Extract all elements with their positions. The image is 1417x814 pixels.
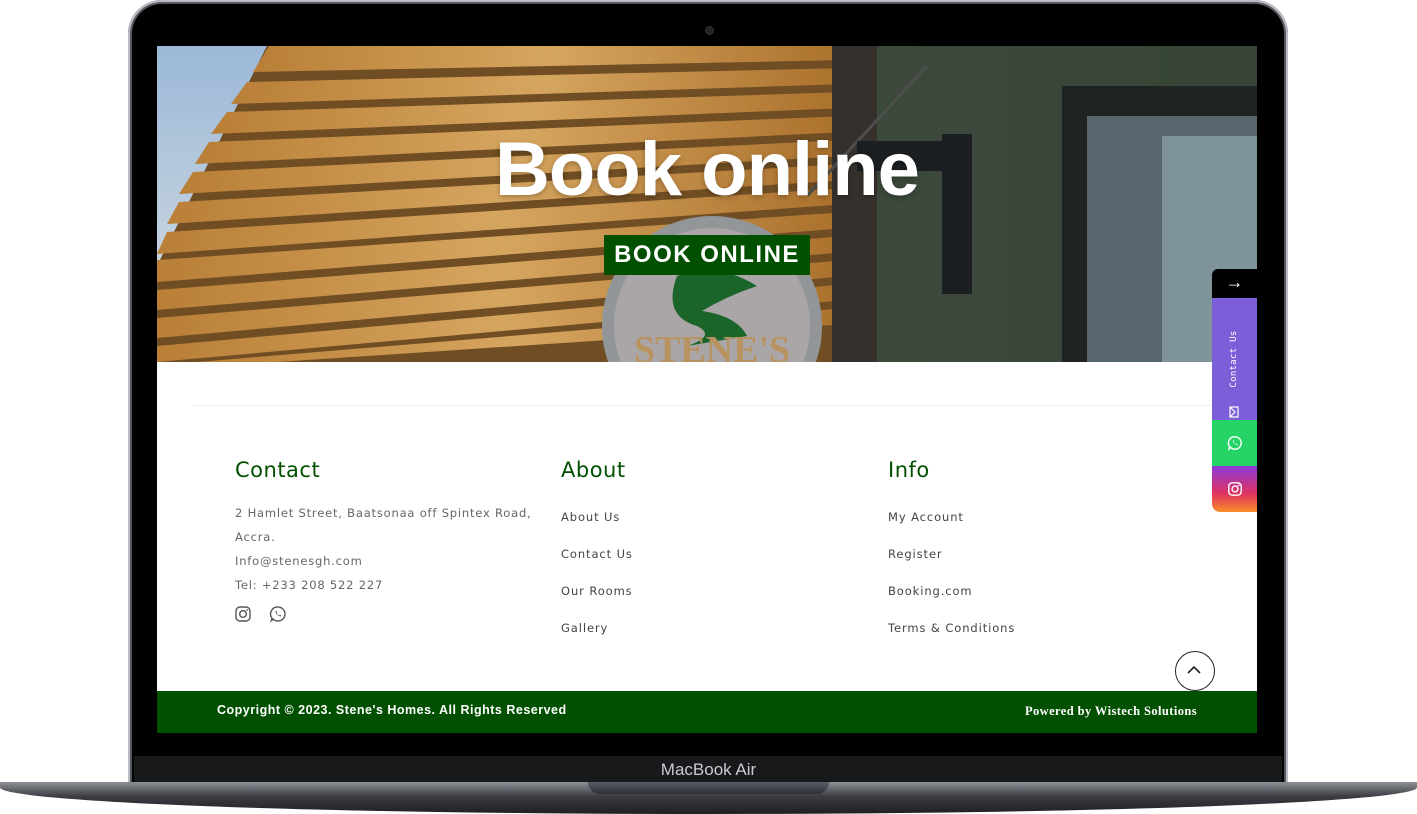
contact-phone[interactable]: Tel: +233 208 522 227 xyxy=(235,578,383,592)
address-line-2: Accra. xyxy=(235,530,276,544)
powered-by-link[interactable]: Powered by Wistech Solutions xyxy=(1025,704,1197,719)
contact-us-tab[interactable]: Contact Us xyxy=(1212,298,1257,420)
about-heading: About xyxy=(561,458,626,482)
whatsapp-icon xyxy=(1227,436,1242,451)
laptop-hinge-notch xyxy=(588,782,829,794)
contact-email[interactable]: Info@stenesgh.com xyxy=(235,554,363,568)
mail-icon xyxy=(1229,406,1239,418)
copyright-bar: Copyright © 2023. Stene's Homes. All Rig… xyxy=(157,691,1257,733)
whatsapp-widget-button[interactable] xyxy=(1212,420,1257,466)
contact-heading: Contact xyxy=(235,458,321,482)
browser-screen: STENE'S Book online BOOK ONLINE Contact … xyxy=(157,46,1257,733)
camera-icon xyxy=(705,26,714,35)
footer-link-my-account[interactable]: My Account xyxy=(888,510,964,524)
footer-link-register[interactable]: Register xyxy=(888,547,943,561)
footer-link-gallery[interactable]: Gallery xyxy=(561,621,608,635)
device-brand-label: MacBook Air xyxy=(660,760,757,779)
info-heading: Info xyxy=(888,458,930,482)
widget-toggle-button[interactable]: → xyxy=(1212,269,1257,298)
hero-title: Book online xyxy=(495,127,920,212)
footer-link-about-us[interactable]: About Us xyxy=(561,510,620,524)
instagram-icon[interactable] xyxy=(234,605,252,623)
instagram-icon xyxy=(1228,482,1242,496)
address-line-1: 2 Hamlet Street, Baatsonaa off Spintex R… xyxy=(235,506,532,520)
book-online-button[interactable]: BOOK ONLINE xyxy=(604,235,810,275)
footer-link-our-rooms[interactable]: Our Rooms xyxy=(561,584,633,598)
floating-contact-widget: → Contact Us xyxy=(1212,269,1257,512)
section-divider xyxy=(192,405,1222,406)
footer-link-terms[interactable]: Terms & Conditions xyxy=(888,621,1015,635)
copyright-text: Copyright © 2023. Stene's Homes. All Rig… xyxy=(217,703,567,717)
footer-link-booking-com[interactable]: Booking.com xyxy=(888,584,973,598)
chevron-up-icon xyxy=(1187,665,1201,674)
contact-us-label: Contact Us xyxy=(1229,330,1239,388)
instagram-widget-button[interactable] xyxy=(1212,466,1257,512)
hero-banner: STENE'S Book online BOOK ONLINE xyxy=(157,46,1257,362)
scroll-to-top-button[interactable] xyxy=(1175,651,1215,691)
footer-link-contact-us[interactable]: Contact Us xyxy=(561,547,633,561)
whatsapp-icon[interactable] xyxy=(269,605,287,623)
